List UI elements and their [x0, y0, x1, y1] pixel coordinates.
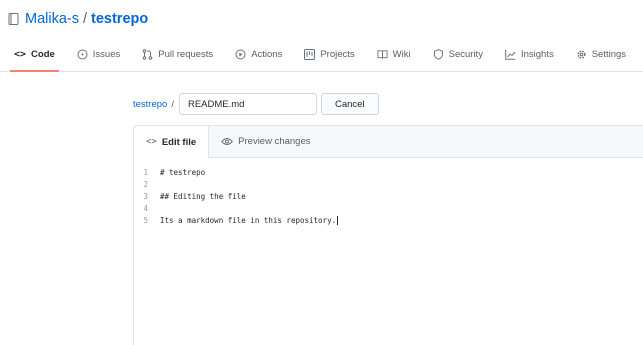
tab-pull-requests[interactable]: Pull requests [142, 38, 213, 71]
gear-icon [576, 49, 587, 60]
editor-tabs: <> Edit file Preview changes [134, 126, 643, 158]
tab-settings[interactable]: Settings [576, 38, 626, 71]
repo-icon [8, 12, 19, 26]
text-cursor [337, 215, 339, 225]
tab-actions[interactable]: Actions [235, 38, 282, 71]
line-text: Its a markdown file in this repository. [160, 215, 337, 225]
code-icon: <> [14, 49, 27, 60]
tab-code-label: Code [31, 49, 55, 60]
tab-actions-label: Actions [251, 49, 283, 60]
cancel-button[interactable]: Cancel [320, 93, 379, 115]
breadcrumb-separator: / [171, 98, 174, 110]
eye-icon [221, 137, 234, 146]
tab-edit-file-label: Edit file [161, 136, 197, 148]
repo-separator: / [82, 11, 88, 27]
tab-preview-changes-label: Preview changes [238, 136, 311, 147]
file-editor: <> Edit file Preview changes 1 # testrep… [133, 125, 643, 345]
line-number: 5 [143, 215, 148, 225]
tab-security-label: Security [448, 49, 483, 60]
breadcrumb-repo-link[interactable]: testrepo [133, 99, 167, 110]
repo-name-link[interactable]: testrepo [91, 11, 148, 27]
repo-nav: <> Code Issues Pull requests Actions Pro… [0, 38, 643, 72]
tab-issues-label: Issues [92, 49, 121, 60]
tab-insights[interactable]: Insights [505, 38, 554, 71]
code-editor-area[interactable]: 1 # testrepo 2 3 ## Editing the file 4 5… [134, 158, 643, 226]
tab-security[interactable]: Security [433, 38, 483, 71]
code-line: 4 [134, 202, 643, 214]
play-icon [235, 49, 246, 60]
line-text: ## Editing the file [160, 191, 246, 201]
project-icon [304, 49, 316, 60]
tab-code[interactable]: <> Code [10, 38, 59, 72]
line-number: 4 [143, 203, 148, 213]
pull-request-icon [142, 49, 153, 60]
issue-icon [77, 49, 88, 60]
tab-insights-label: Insights [520, 49, 554, 60]
tab-issues[interactable]: Issues [77, 38, 120, 71]
line-text: # testrepo [160, 167, 206, 177]
filename-input[interactable]: README.md [178, 93, 317, 115]
graph-icon [505, 49, 516, 60]
line-number: 2 [143, 179, 148, 189]
shield-icon [433, 49, 444, 60]
repo-owner-link[interactable]: Malika-s [25, 11, 79, 27]
file-path-bar: testrepo / README.md Cancel [133, 93, 379, 115]
repo-header: Malika-s / testrepo [8, 8, 148, 30]
code-icon: <> [146, 137, 157, 147]
code-line: 5 Its a markdown file in this repository… [134, 214, 643, 226]
tab-projects[interactable]: Projects [304, 38, 355, 71]
tab-edit-file[interactable]: <> Edit file [134, 126, 210, 158]
tab-pull-requests-label: Pull requests [158, 49, 214, 60]
book-icon [377, 49, 388, 60]
code-line: 3 ## Editing the file [134, 190, 643, 202]
line-number: 3 [143, 191, 148, 201]
tab-settings-label: Settings [591, 49, 627, 60]
code-line: 1 # testrepo [134, 166, 643, 178]
tab-projects-label: Projects [320, 49, 355, 60]
code-line: 2 [134, 178, 643, 190]
tab-wiki[interactable]: Wiki [377, 38, 411, 71]
tab-wiki-label: Wiki [392, 49, 411, 60]
tab-preview-changes[interactable]: Preview changes [209, 126, 322, 157]
line-number: 1 [143, 167, 148, 177]
